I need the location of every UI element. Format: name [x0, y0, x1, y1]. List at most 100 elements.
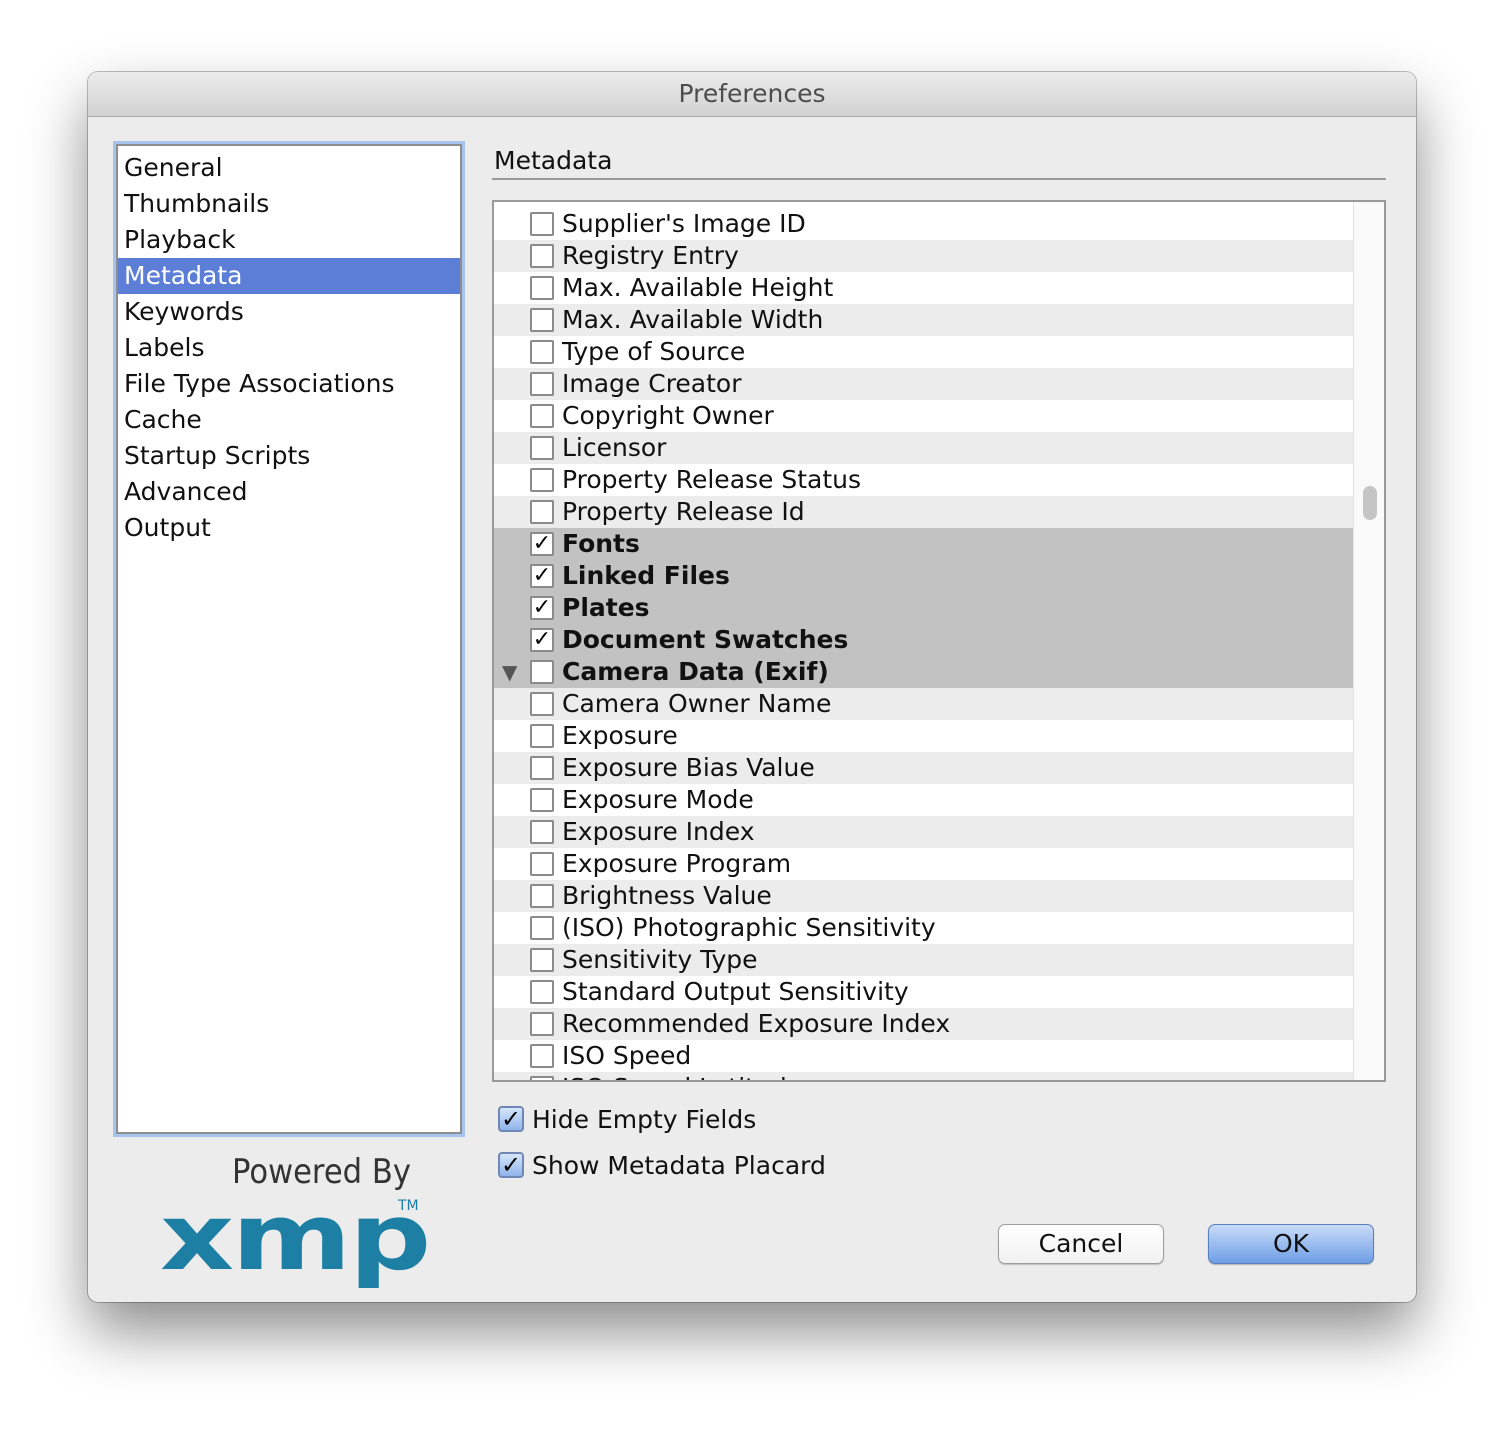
scrollbar-thumb[interactable] — [1363, 486, 1377, 520]
sidebar-item-advanced[interactable]: Advanced — [118, 474, 460, 510]
field-label: Copyright Owner — [562, 401, 774, 430]
field-label: Property Release Status — [562, 465, 862, 494]
field-label: Recommended Exposure Index — [562, 1009, 951, 1038]
field-checkbox[interactable] — [530, 404, 554, 428]
sidebar-item-general[interactable]: General — [118, 150, 460, 186]
field-label: Camera Owner Name — [562, 689, 832, 718]
metadata-field-row[interactable]: Copyright Owner — [494, 400, 1354, 432]
field-label: Property Release Id — [562, 497, 805, 526]
metadata-field-row[interactable]: Max. Available Height — [494, 272, 1354, 304]
metadata-field-row[interactable]: Camera Owner Name — [494, 688, 1354, 720]
metadata-field-row[interactable]: Licensor — [494, 432, 1354, 464]
metadata-field-row[interactable]: Exposure Index — [494, 816, 1354, 848]
metadata-field-row[interactable]: Exposure Mode — [494, 784, 1354, 816]
sidebar-item-output[interactable]: Output — [118, 510, 460, 546]
metadata-field-row[interactable]: Exposure Program — [494, 848, 1354, 880]
metadata-field-row[interactable]: Recommended Exposure Index — [494, 1008, 1354, 1040]
metadata-category-row[interactable]: ▼ Camera Data (Exif) — [494, 656, 1354, 688]
cancel-button[interactable]: Cancel — [998, 1224, 1164, 1264]
field-checkbox[interactable] — [530, 948, 554, 972]
metadata-category-row[interactable]: ✓ Document Swatches — [494, 624, 1354, 656]
field-label: Document Swatches — [562, 625, 849, 654]
field-checkbox[interactable] — [530, 212, 554, 236]
metadata-category-row[interactable]: ✓ Linked Files — [494, 560, 1354, 592]
sidebar-item-playback[interactable]: Playback — [118, 222, 460, 258]
field-label: Supplier's Image ID — [562, 209, 806, 238]
field-checkbox[interactable] — [530, 372, 554, 396]
field-label: ISO Speed Latitude — [562, 1072, 802, 1080]
metadata-field-row[interactable]: Type of Source — [494, 336, 1354, 368]
metadata-category-row[interactable]: ✓ Fonts — [494, 528, 1354, 560]
field-checkbox[interactable] — [530, 500, 554, 524]
checkbox-label: Show Metadata Placard — [532, 1151, 826, 1180]
sidebar-item-keywords[interactable]: Keywords — [118, 294, 460, 330]
sidebar-item-labels[interactable]: Labels — [118, 330, 460, 366]
checkbox-box[interactable]: ✓ — [498, 1106, 524, 1132]
metadata-field-row[interactable]: ISO Speed Latitude — [494, 1072, 1354, 1080]
metadata-field-row[interactable]: Max. Available Width — [494, 304, 1354, 336]
metadata-field-list[interactable]: Supplier's Image ID Registry Entry Max. Av… — [492, 200, 1386, 1082]
field-checkbox[interactable] — [530, 788, 554, 812]
checkbox-label: Hide Empty Fields — [532, 1105, 757, 1134]
field-checkbox[interactable] — [530, 1012, 554, 1036]
field-checkbox[interactable]: ✓ — [530, 628, 554, 652]
metadata-category-row[interactable]: ✓ Plates — [494, 592, 1354, 624]
metadata-field-row[interactable]: (ISO) Photographic Sensitivity — [494, 912, 1354, 944]
field-checkbox[interactable] — [530, 308, 554, 332]
metadata-field-row[interactable]: Property Release Id — [494, 496, 1354, 528]
field-label: Brightness Value — [562, 881, 772, 910]
metadata-field-row[interactable]: Image Creator — [494, 368, 1354, 400]
metadata-list-scrollbar[interactable] — [1353, 202, 1384, 1080]
field-label: Exposure — [562, 721, 678, 750]
field-checkbox[interactable] — [530, 436, 554, 460]
field-label: Plates — [562, 593, 650, 622]
field-label: ISO Speed — [562, 1041, 692, 1070]
sidebar-item-metadata[interactable]: Metadata — [118, 258, 460, 294]
field-checkbox[interactable] — [530, 244, 554, 268]
sidebar-item-thumbnails[interactable]: Thumbnails — [118, 186, 460, 222]
field-checkbox[interactable] — [530, 980, 554, 1004]
field-checkbox[interactable] — [530, 884, 554, 908]
preferences-category-list[interactable]: General Thumbnails Playback Metadata Keyword… — [116, 144, 462, 1134]
field-checkbox[interactable]: ✓ — [530, 532, 554, 556]
checkbox-box[interactable]: ✓ — [498, 1152, 524, 1178]
metadata-field-row[interactable]: Property Release Status — [494, 464, 1354, 496]
field-checkbox[interactable] — [530, 276, 554, 300]
field-label: Exposure Mode — [562, 785, 754, 814]
xmp-trademark: TM — [398, 1198, 419, 1214]
field-label: (ISO) Photographic Sensitivity — [562, 913, 936, 942]
field-checkbox[interactable] — [530, 660, 554, 684]
metadata-field-row[interactable]: Brightness Value — [494, 880, 1354, 912]
field-checkbox[interactable] — [530, 724, 554, 748]
field-label: Exposure Bias Value — [562, 753, 815, 782]
metadata-field-row[interactable]: Exposure Bias Value — [494, 752, 1354, 784]
field-checkbox[interactable] — [530, 916, 554, 940]
ok-button[interactable]: OK — [1208, 1224, 1374, 1264]
field-label: Sensitivity Type — [562, 945, 758, 974]
metadata-field-row[interactable]: Registry Entry — [494, 240, 1354, 272]
disclosure-triangle-icon[interactable]: ▼ — [502, 656, 517, 688]
field-checkbox[interactable]: ✓ — [530, 564, 554, 588]
field-checkbox[interactable] — [530, 692, 554, 716]
field-label: Type of Source — [562, 337, 746, 366]
field-label: Camera Data (Exif) — [562, 657, 829, 686]
field-checkbox[interactable] — [530, 756, 554, 780]
metadata-field-row[interactable]: ISO Speed — [494, 1040, 1354, 1072]
metadata-field-row[interactable]: Standard Output Sensitivity — [494, 976, 1354, 1008]
sidebar-item-startup-scripts[interactable]: Startup Scripts — [118, 438, 460, 474]
metadata-field-row[interactable]: Exposure — [494, 720, 1354, 752]
metadata-field-row[interactable]: Supplier's Image ID — [494, 208, 1354, 240]
field-checkbox[interactable] — [530, 340, 554, 364]
field-label: Fonts — [562, 529, 640, 558]
field-checkbox[interactable] — [530, 1076, 554, 1080]
field-checkbox[interactable]: ✓ — [530, 596, 554, 620]
field-label: Max. Available Height — [562, 273, 834, 302]
field-checkbox[interactable] — [530, 468, 554, 492]
sidebar-item-cache[interactable]: Cache — [118, 402, 460, 438]
field-checkbox[interactable] — [530, 1044, 554, 1068]
metadata-field-row[interactable]: Sensitivity Type — [494, 944, 1354, 976]
field-checkbox[interactable] — [530, 852, 554, 876]
sidebar-item-file-type-associations[interactable]: File Type Associations — [118, 366, 460, 402]
section-divider — [492, 178, 1386, 180]
field-checkbox[interactable] — [530, 820, 554, 844]
